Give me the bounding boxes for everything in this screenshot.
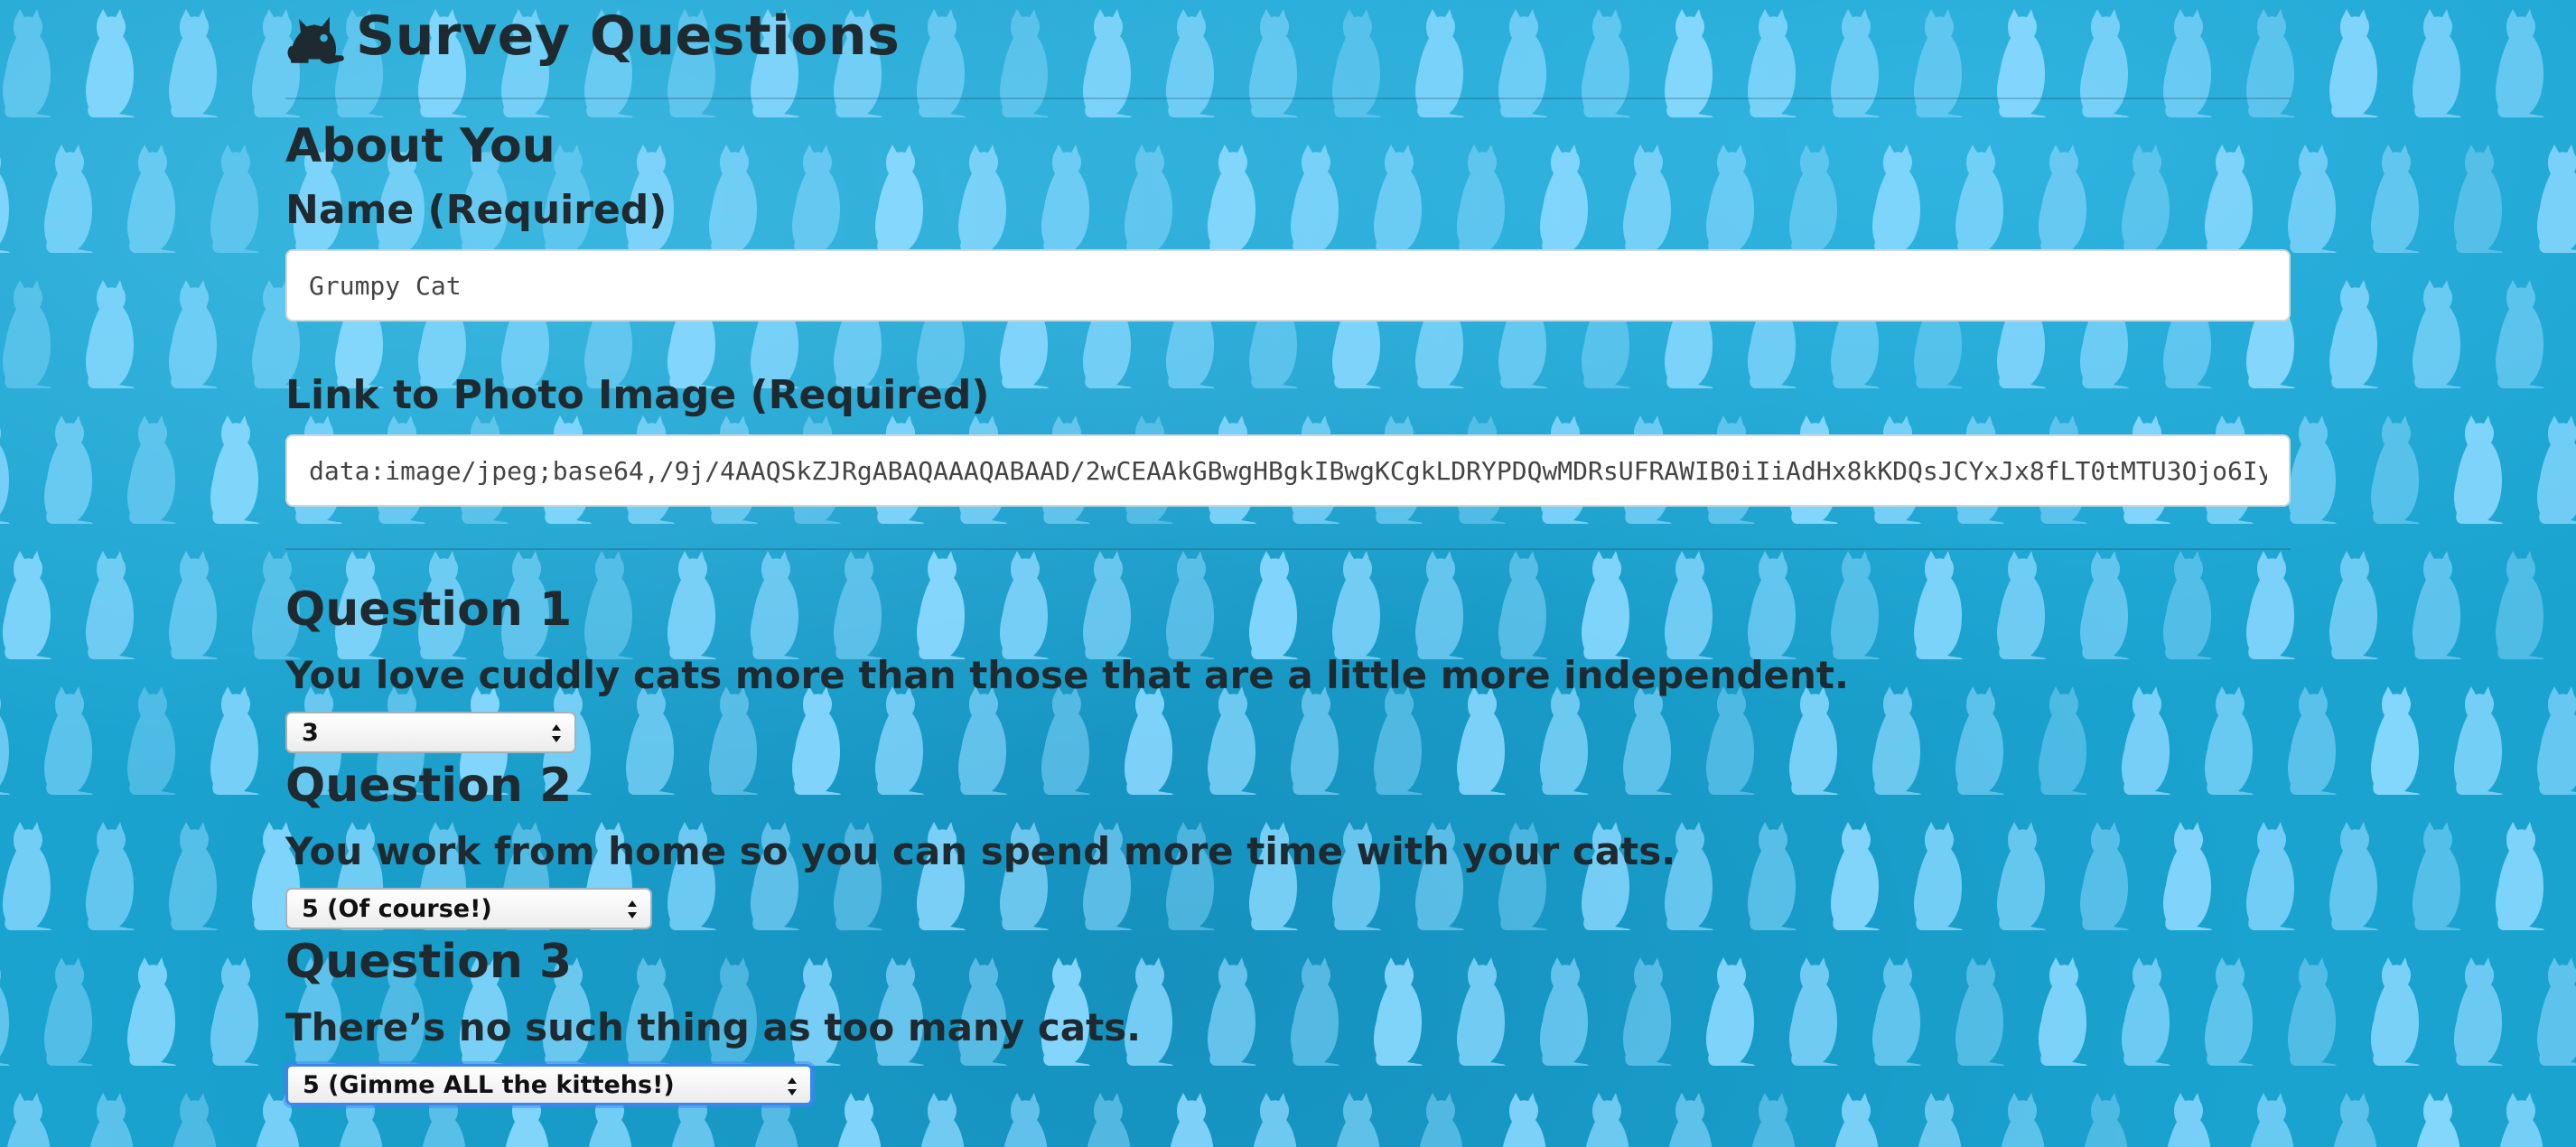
cat-silhouette-icon	[127, 686, 176, 795]
cat-silhouette-icon	[210, 686, 259, 795]
survey-container: Survey Questions About You Name (Require…	[285, 0, 2291, 1105]
cat-silhouette-icon	[127, 957, 176, 1066]
cat-silhouette-icon	[2329, 1093, 2378, 1147]
cat-silhouette-icon	[210, 145, 259, 253]
question-1-title: Question 1	[285, 583, 573, 637]
cat-silhouette-icon	[169, 280, 218, 388]
cat-silhouette-icon	[86, 280, 135, 388]
cat-silhouette-icon	[0, 957, 10, 1066]
cat-silhouette-icon	[2496, 822, 2544, 930]
cat-silhouette-icon	[2413, 280, 2461, 388]
cat-silhouette-icon	[3, 280, 51, 388]
cat-silhouette-icon	[3, 551, 51, 659]
select-arrows-icon	[788, 1077, 797, 1096]
question-2: Question 2 You work from home so you can…	[285, 759, 2291, 929]
cat-silhouette-icon	[0, 415, 10, 524]
cat-silhouette-icon	[3, 1093, 51, 1147]
page-header: Survey Questions	[285, 0, 2291, 72]
cat-icon	[287, 16, 344, 64]
question-2-text: You work from home so you can spend more…	[285, 829, 1676, 873]
cat-silhouette-icon	[2413, 822, 2461, 930]
cat-silhouette-icon	[2288, 145, 2337, 253]
cat-silhouette-icon	[169, 822, 218, 930]
cat-silhouette-icon	[169, 551, 218, 659]
cat-silhouette-icon	[2371, 145, 2420, 253]
page-title: Survey Questions	[356, 5, 901, 68]
cat-silhouette-icon	[169, 1093, 218, 1147]
cat-silhouette-icon	[86, 9, 135, 117]
cat-silhouette-icon	[2413, 551, 2461, 659]
select-arrows-icon	[552, 724, 561, 742]
cat-silhouette-icon	[210, 957, 259, 1066]
cat-silhouette-icon	[210, 415, 259, 524]
cat-silhouette-icon	[2413, 9, 2461, 117]
divider	[285, 548, 2291, 550]
cat-silhouette-icon	[2496, 1093, 2544, 1147]
cat-silhouette-icon	[2329, 551, 2378, 659]
cat-silhouette-icon	[2329, 822, 2378, 930]
photo-link-input[interactable]	[285, 434, 2291, 507]
cat-silhouette-icon	[2288, 415, 2337, 524]
question-3-title: Question 3	[285, 935, 573, 989]
cat-silhouette-icon	[2496, 280, 2544, 388]
cat-silhouette-icon	[86, 551, 135, 659]
cat-silhouette-icon	[0, 686, 10, 795]
cat-silhouette-icon	[86, 1093, 135, 1147]
cat-silhouette-icon	[0, 145, 10, 253]
cat-silhouette-icon	[2496, 9, 2544, 117]
cat-silhouette-icon	[44, 686, 93, 795]
question-2-select[interactable]: 5 (Of course!)	[285, 888, 652, 929]
question-3-selected-value: 5 (Gimme ALL the kittehs!)	[303, 1070, 675, 1099]
cat-silhouette-icon	[2537, 957, 2576, 1066]
name-input[interactable]	[285, 249, 2291, 322]
cat-silhouette-icon	[2537, 686, 2576, 795]
cat-silhouette-icon	[3, 822, 51, 930]
question-1-selected-value: 3	[302, 718, 319, 747]
cat-silhouette-icon	[2454, 415, 2503, 524]
cat-silhouette-icon	[2371, 957, 2420, 1066]
cat-silhouette-icon	[2454, 957, 2503, 1066]
question-1-select[interactable]: 3	[285, 712, 576, 753]
question-3-text: There’s no such thing as too many cats.	[285, 1005, 1142, 1049]
cat-silhouette-icon	[86, 822, 135, 930]
photo-link-label: Link to Photo Image (Required)	[285, 372, 990, 418]
question-3-select[interactable]: 5 (Gimme ALL the kittehs!)	[285, 1064, 813, 1105]
cat-silhouette-icon	[3, 9, 51, 117]
cat-silhouette-icon	[2371, 686, 2420, 795]
cat-silhouette-icon	[2454, 686, 2503, 795]
divider	[285, 98, 2291, 99]
cat-silhouette-icon	[169, 9, 218, 117]
cat-silhouette-icon	[44, 957, 93, 1066]
cat-silhouette-icon	[2496, 551, 2544, 659]
about-heading: About You	[285, 119, 555, 173]
question-2-selected-value: 5 (Of course!)	[302, 894, 492, 923]
select-arrows-icon	[628, 900, 637, 919]
name-label: Name (Required)	[285, 187, 667, 233]
cat-silhouette-icon	[2288, 686, 2337, 795]
question-1-text: You love cuddly cats more than those tha…	[285, 653, 1849, 697]
cat-silhouette-icon	[127, 415, 176, 524]
cat-silhouette-icon	[2413, 1093, 2461, 1147]
cat-silhouette-icon	[2329, 280, 2378, 388]
cat-silhouette-icon	[2454, 145, 2503, 253]
question-3: Question 3 There’s no such thing as too …	[285, 935, 2291, 1105]
cat-silhouette-icon	[44, 145, 93, 253]
cat-silhouette-icon	[44, 415, 93, 524]
cat-silhouette-icon	[2537, 145, 2576, 253]
cat-silhouette-icon	[2371, 415, 2420, 524]
cat-silhouette-icon	[2288, 957, 2337, 1066]
question-2-title: Question 2	[285, 759, 573, 813]
cat-silhouette-icon	[2537, 415, 2576, 524]
cat-silhouette-icon	[2329, 9, 2378, 117]
question-1: Question 1 You love cuddly cats more tha…	[285, 583, 2291, 753]
cat-silhouette-icon	[127, 145, 176, 253]
